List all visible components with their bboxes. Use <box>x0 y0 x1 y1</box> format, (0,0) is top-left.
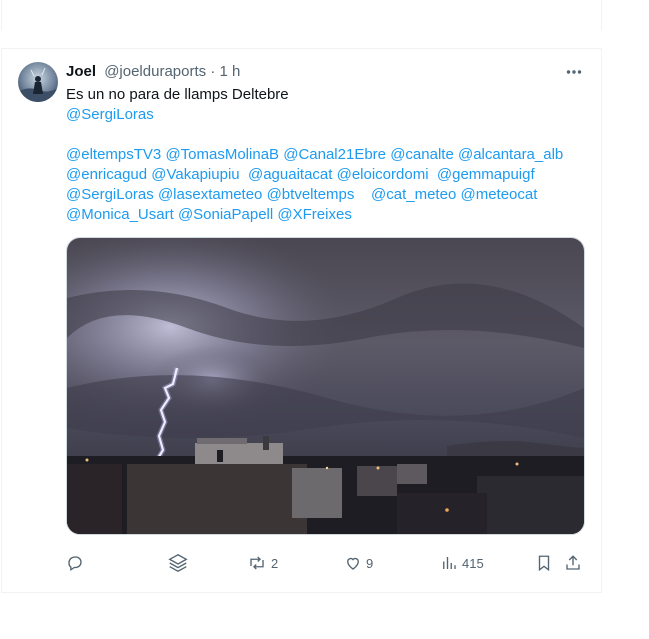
more-icon <box>566 70 582 74</box>
tweet-header: Joel @joelduraports · 1 h <box>66 63 240 81</box>
mention-link[interactable]: @cat_meteo <box>371 186 456 203</box>
tweet-actions: 2 9 415 <box>66 551 588 575</box>
views-count: 415 <box>462 555 484 571</box>
bookmark-icon <box>538 555 550 572</box>
author-handle[interactable]: @joelduraports <box>104 63 206 80</box>
like-button[interactable]: 9 <box>344 551 373 575</box>
author-name[interactable]: Joel <box>66 63 96 80</box>
like-icon <box>347 557 359 570</box>
share-icon <box>566 555 580 570</box>
mention-link[interactable]: @eltempsTV3 <box>66 146 161 163</box>
grok-icon <box>168 553 188 573</box>
mention-link[interactable]: @aguaitacat <box>248 166 332 183</box>
reply-button[interactable] <box>66 551 88 575</box>
retweet-icon <box>250 556 264 570</box>
mention-link[interactable]: @gemmapuigf <box>437 166 535 183</box>
mention-link[interactable]: @canalte <box>390 146 454 163</box>
mention-link[interactable]: @eloicordomi <box>337 166 429 183</box>
avatar[interactable] <box>18 62 58 102</box>
mention-link[interactable]: @SoniaPapell <box>178 206 273 223</box>
tweet-text: Es un no para de llamps Deltebre @SergiL… <box>66 85 586 225</box>
bookmark-button[interactable] <box>535 551 553 575</box>
text-line-2: @SergiLoras <box>66 105 586 125</box>
mention-link[interactable]: @btveltemps <box>267 186 355 203</box>
mention-link[interactable]: @SergiLoras <box>66 106 154 123</box>
like-count: 9 <box>366 555 374 571</box>
mention-link[interactable]: @lasextameteo <box>158 186 262 203</box>
mention-link[interactable]: @XFreixes <box>277 206 351 223</box>
text-line-blank <box>66 125 586 145</box>
timeline-border <box>1 0 602 30</box>
mention-link[interactable]: @Canal21Ebre <box>283 146 386 163</box>
tweet-sentence: Es un no para de llamps Deltebre <box>66 86 289 103</box>
timestamp[interactable]: 1 h <box>219 63 240 80</box>
reply-icon <box>68 556 82 572</box>
text-line-6: @SergiLoras @lasextameteo @btveltemps @c… <box>66 185 586 205</box>
more-options-button[interactable] <box>562 62 586 82</box>
text-line-7: @Monica_Usart @SoniaPapell @XFreixes <box>66 205 586 225</box>
mention-link[interactable]: @TomasMolinaB <box>165 146 279 163</box>
text-line-5: @enricagud @Vakapiupiu @aguaitacat @eloi… <box>66 165 586 185</box>
mention-link[interactable]: @enricagud <box>66 166 147 183</box>
grok-button[interactable] <box>167 551 189 575</box>
tweet-photo[interactable] <box>66 237 585 535</box>
retweet-count: 2 <box>271 555 279 571</box>
separator-dot: · <box>210 63 216 80</box>
views-button[interactable]: 415 <box>440 551 484 575</box>
mention-link[interactable]: @alcantara_alb <box>458 146 563 163</box>
share-button[interactable] <box>564 551 582 575</box>
mention-link[interactable]: @SergiLoras <box>66 186 154 203</box>
text-line-4: @eltempsTV3 @TomasMolinaB @Canal21Ebre @… <box>66 145 586 165</box>
lightning-photo <box>67 238 584 534</box>
mention-link[interactable]: @Vakapiupiu <box>151 166 239 183</box>
retweet-button[interactable]: 2 <box>247 551 278 575</box>
mention-link[interactable]: @meteocat <box>460 186 537 203</box>
mention-link[interactable]: @Monica_Usart <box>66 206 174 223</box>
text-line-1: Es un no para de llamps Deltebre <box>66 85 586 105</box>
views-icon <box>443 557 456 569</box>
